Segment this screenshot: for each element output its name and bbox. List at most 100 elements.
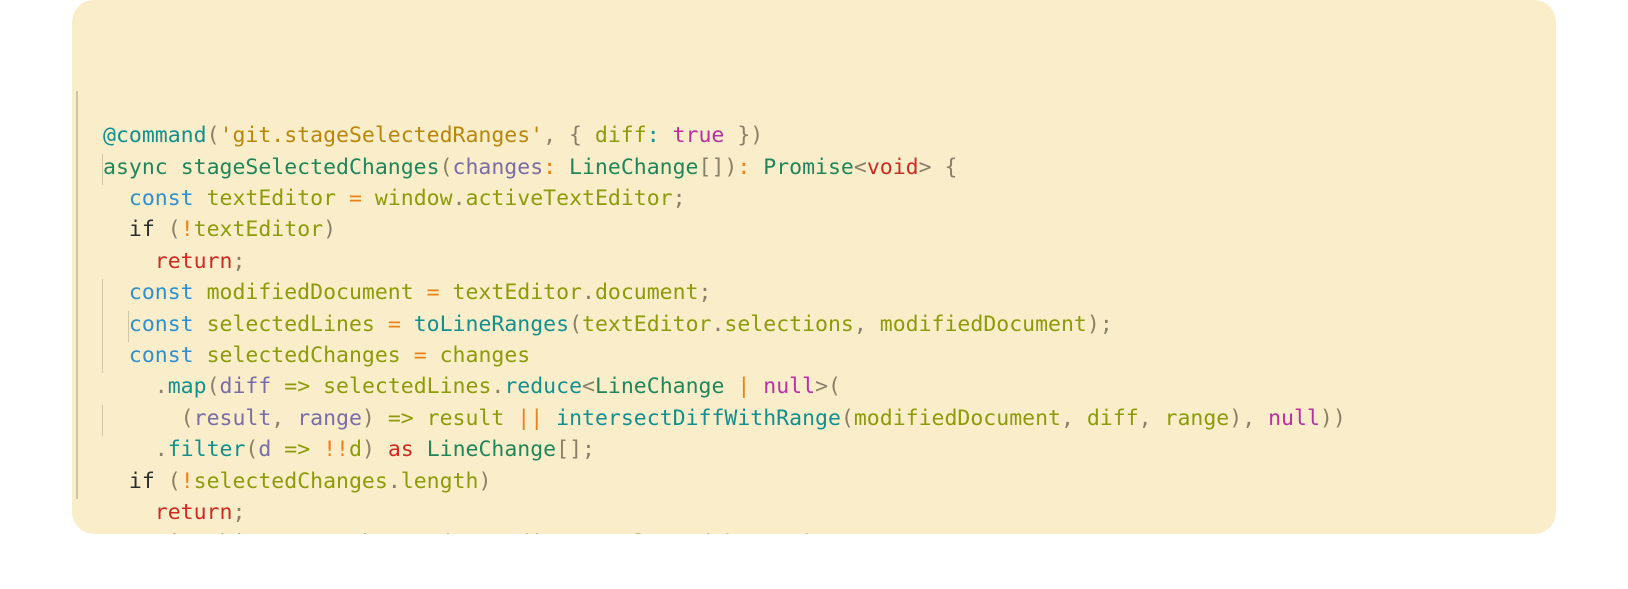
- code-token: ): [478, 468, 492, 494]
- code-token: LineChange: [426, 437, 557, 463]
- code-token: const: [128, 186, 194, 211]
- code-token: selectedChanges: [193, 468, 388, 494]
- code-token: .: [258, 531, 271, 534]
- code-token: ;: [232, 248, 246, 274]
- code-token: (: [840, 405, 854, 431]
- code-token: Promise: [763, 154, 854, 180]
- code-token: const: [128, 280, 194, 306]
- code-token: !: [180, 217, 194, 243]
- code-token: textEditor: [582, 311, 712, 337]
- code-token: true: [672, 123, 725, 149]
- code-token: result: [193, 405, 272, 431]
- code-token: .: [387, 468, 401, 494]
- code-token: (: [206, 123, 220, 149]
- code-token: (: [167, 217, 181, 243]
- code-token: []): [698, 154, 738, 180]
- code-token: ,: [582, 531, 608, 534]
- code-token: .: [452, 186, 466, 211]
- code-token: length: [400, 468, 479, 494]
- code-token: >: [918, 154, 932, 180]
- code-token: this: [207, 531, 259, 534]
- code-token: ,: [271, 405, 298, 431]
- code-token: [];: [556, 437, 595, 463]
- code-block: @command('git.stageSelectedRanges', { di…: [72, 26, 1556, 534]
- code-token: if: [128, 468, 155, 494]
- code-token: modifiedDocument: [206, 280, 414, 306]
- code-token: @command: [103, 123, 207, 149]
- code-lines: @command('git.stageSelectedRanges', { di…: [103, 120, 1556, 534]
- code-token: !!: [323, 437, 349, 463]
- code-token: changes: [439, 342, 531, 368]
- code-token: .: [711, 311, 725, 337]
- code-token: :: [543, 154, 557, 180]
- code-token: _stageChanges: [271, 531, 439, 534]
- code-token: changes: [452, 154, 544, 180]
- code-token: .: [154, 374, 168, 400]
- code-token: textEditor: [452, 280, 582, 306]
- code-token: diff: [594, 123, 647, 149]
- code-token: }): [724, 123, 764, 149]
- code-token: d: [258, 437, 272, 463]
- code-token: .: [491, 374, 505, 400]
- code-token: await: [129, 531, 194, 534]
- code-token: const: [128, 342, 194, 368]
- code-token: <: [582, 374, 595, 400]
- code-line: const selectedChanges = changes: [103, 340, 1556, 371]
- code-token: {: [931, 154, 958, 180]
- code-token: =: [348, 186, 362, 211]
- code-token: =: [413, 342, 427, 368]
- code-token: (: [245, 437, 259, 463]
- code-token: return: [154, 248, 233, 274]
- code-token: activeTextEditor: [465, 186, 673, 211]
- code-line: @command('git.stageSelectedRanges', { di…: [103, 120, 1556, 151]
- code-token: reduce: [504, 374, 583, 400]
- code-token: ): [361, 437, 388, 463]
- code-snippet-card: @command('git.stageSelectedRanges', { di…: [72, 0, 1556, 534]
- code-token: result: [426, 405, 505, 431]
- code-token: ,: [543, 123, 570, 149]
- code-token: document: [594, 280, 699, 306]
- code-token: modifiedDocument: [853, 405, 1061, 431]
- code-token: (: [569, 311, 583, 337]
- code-token: :: [646, 123, 660, 149]
- code-token: (: [440, 531, 453, 534]
- code-token: null: [763, 374, 816, 400]
- code-token: |: [737, 374, 751, 400]
- code-token: void: [866, 154, 919, 180]
- code-token: LineChange: [569, 154, 699, 180]
- indent-guide: [76, 90, 78, 499]
- code-token: =: [387, 311, 401, 337]
- code-token: modifiedDocument: [879, 311, 1087, 337]
- code-token: selectedChanges: [608, 531, 802, 534]
- code-token: textEditor: [453, 531, 582, 534]
- code-token: (: [206, 374, 220, 400]
- code-token: ): [323, 217, 337, 243]
- code-token: selectedLines: [206, 311, 375, 337]
- code-line: const selectedLines = toLineRanges(textE…: [103, 309, 1556, 340]
